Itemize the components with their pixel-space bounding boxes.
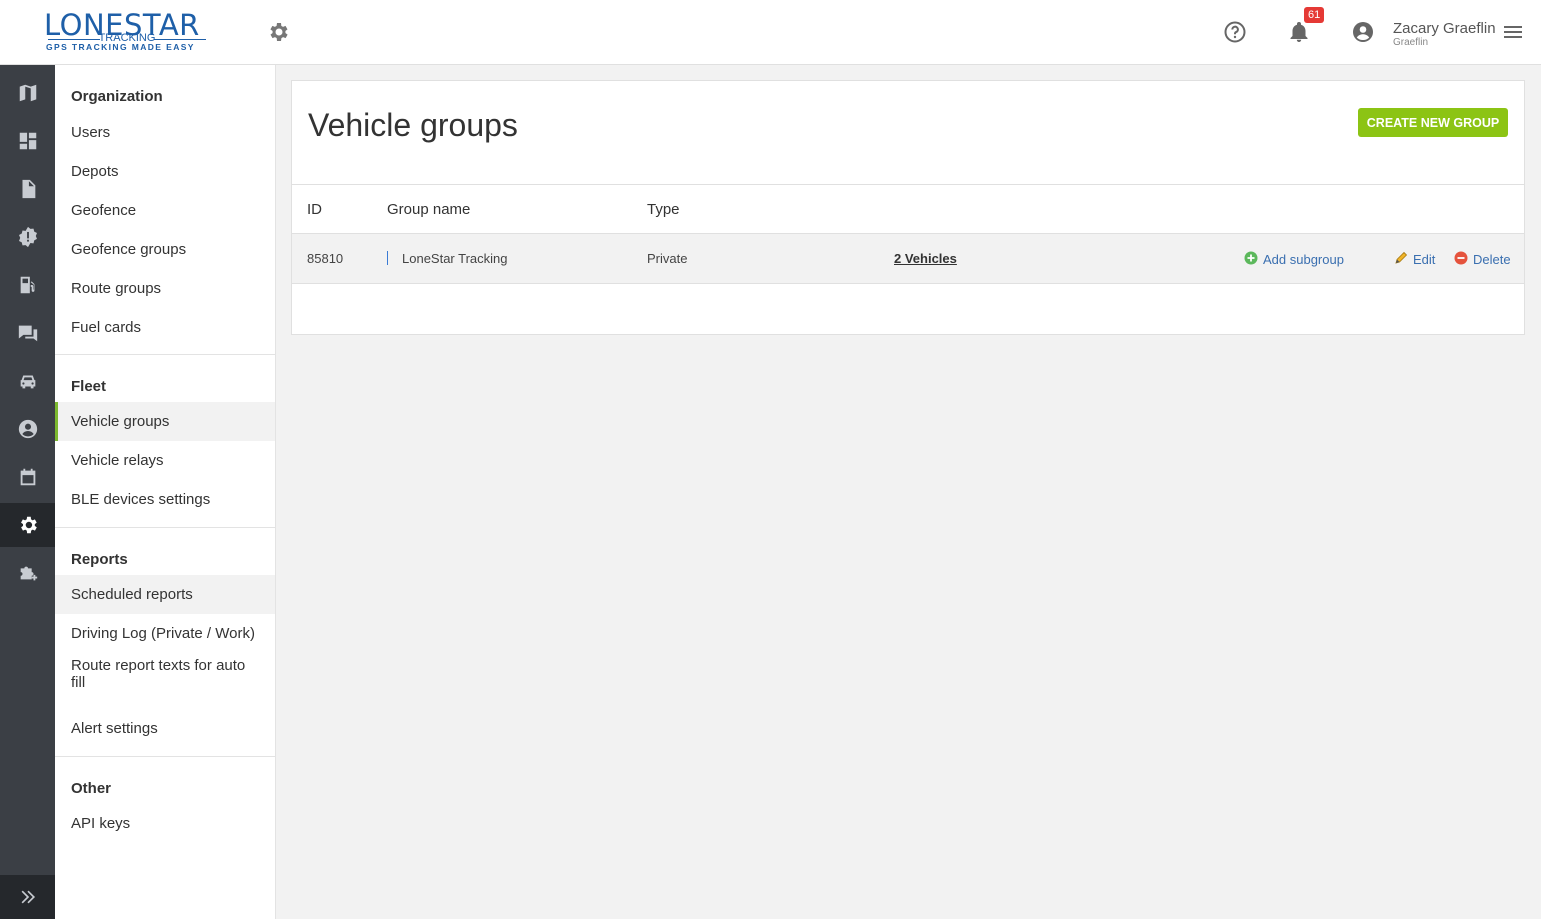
nav-heading-other: Other [71,780,112,797]
delete-label: Delete [1473,252,1511,267]
nav-heading-reports: Reports [71,551,128,568]
user-org: Graeflin [1393,37,1429,48]
add-subgroup-button[interactable]: Add subgroup [1244,251,1344,268]
nav-item-driving-log[interactable]: Driving Log (Private / Work) [55,614,275,653]
car-icon[interactable] [0,359,55,403]
logo-tagline: GPS TRACKING MADE EASY [46,42,195,52]
lonestar-logo[interactable]: LONESTAR TRACKING GPS TRACKING MADE EASY [44,10,214,54]
table-header: ID Group name Type [292,184,1524,234]
nav-item-vehicle-relays[interactable]: Vehicle relays [55,441,275,480]
person-icon[interactable] [0,407,55,451]
nav-item-geofence[interactable]: Geofence [55,191,275,230]
pencil-icon [1394,251,1408,268]
nav-heading-organization: Organization [71,88,163,105]
edit-button[interactable]: Edit [1394,251,1435,268]
page-title: Vehicle groups [308,107,518,143]
cell-type: Private [647,251,688,266]
nav-heading-fleet: Fleet [71,378,107,395]
nav-item-route-groups[interactable]: Route groups [55,269,275,308]
settings-nav: Organization Users Depots Geofence Geofe… [55,65,276,919]
header-settings-gear-icon[interactable] [266,20,290,44]
create-new-group-button[interactable]: CREATE NEW GROUP [1358,108,1508,137]
puzzle-icon[interactable] [0,551,55,595]
group-level-indicator [387,251,388,265]
nav-divider [55,354,275,355]
column-header-group-name[interactable]: Group name [387,201,470,218]
delete-button[interactable]: Delete [1454,251,1511,268]
minus-circle-icon [1454,251,1468,268]
nav-item-vehicle-groups[interactable]: Vehicle groups [55,402,275,441]
double-chevron-right-icon[interactable] [0,875,55,919]
user-avatar-icon[interactable] [1351,20,1375,44]
nav-item-route-report-texts[interactable]: Route report texts for auto fill [55,657,275,705]
plus-circle-icon [1244,251,1258,268]
column-header-type[interactable]: Type [647,201,680,218]
column-header-id[interactable]: ID [307,201,322,218]
dashboard-icon[interactable] [0,119,55,163]
icon-rail [0,65,55,919]
cell-id: 85810 [307,251,344,266]
hamburger-menu-icon[interactable] [1501,20,1525,44]
nav-item-users[interactable]: Users [55,113,275,152]
cell-group-name: LoneStar Tracking [402,251,508,266]
chat-icon[interactable] [0,311,55,355]
settings-gear-icon[interactable] [0,503,55,547]
fuel-icon[interactable] [0,263,55,307]
nav-item-alert-settings[interactable]: Alert settings [55,709,275,748]
user-name[interactable]: Zacary Graeflin [1393,20,1496,37]
nav-item-fuel-cards[interactable]: Fuel cards [55,308,275,347]
vehicle-groups-card: Vehicle groups CREATE NEW GROUP ID Group… [291,80,1525,335]
add-subgroup-label: Add subgroup [1263,252,1344,267]
calendar-icon[interactable] [0,455,55,499]
edit-label: Edit [1413,252,1436,267]
document-icon[interactable] [0,167,55,211]
nav-item-ble-devices-settings[interactable]: BLE devices settings [55,480,275,519]
map-icon[interactable] [0,71,55,115]
table-row[interactable]: 85810 LoneStar Tracking Private 2 Vehicl… [292,234,1524,284]
nav-item-api-keys[interactable]: API keys [55,804,275,843]
vehicles-link[interactable]: 2 Vehicles [894,251,957,266]
nav-divider [55,527,275,528]
nav-item-depots[interactable]: Depots [55,152,275,191]
top-header: LONESTAR TRACKING GPS TRACKING MADE EASY… [0,0,1541,65]
notification-count-badge[interactable]: 61 [1304,7,1325,23]
nav-divider [55,756,275,757]
nav-item-geofence-groups[interactable]: Geofence groups [55,230,275,269]
alert-badge-icon[interactable] [0,215,55,259]
help-icon[interactable] [1223,20,1247,44]
nav-item-scheduled-reports[interactable]: Scheduled reports [55,575,275,614]
bell-icon[interactable] [1287,20,1311,44]
